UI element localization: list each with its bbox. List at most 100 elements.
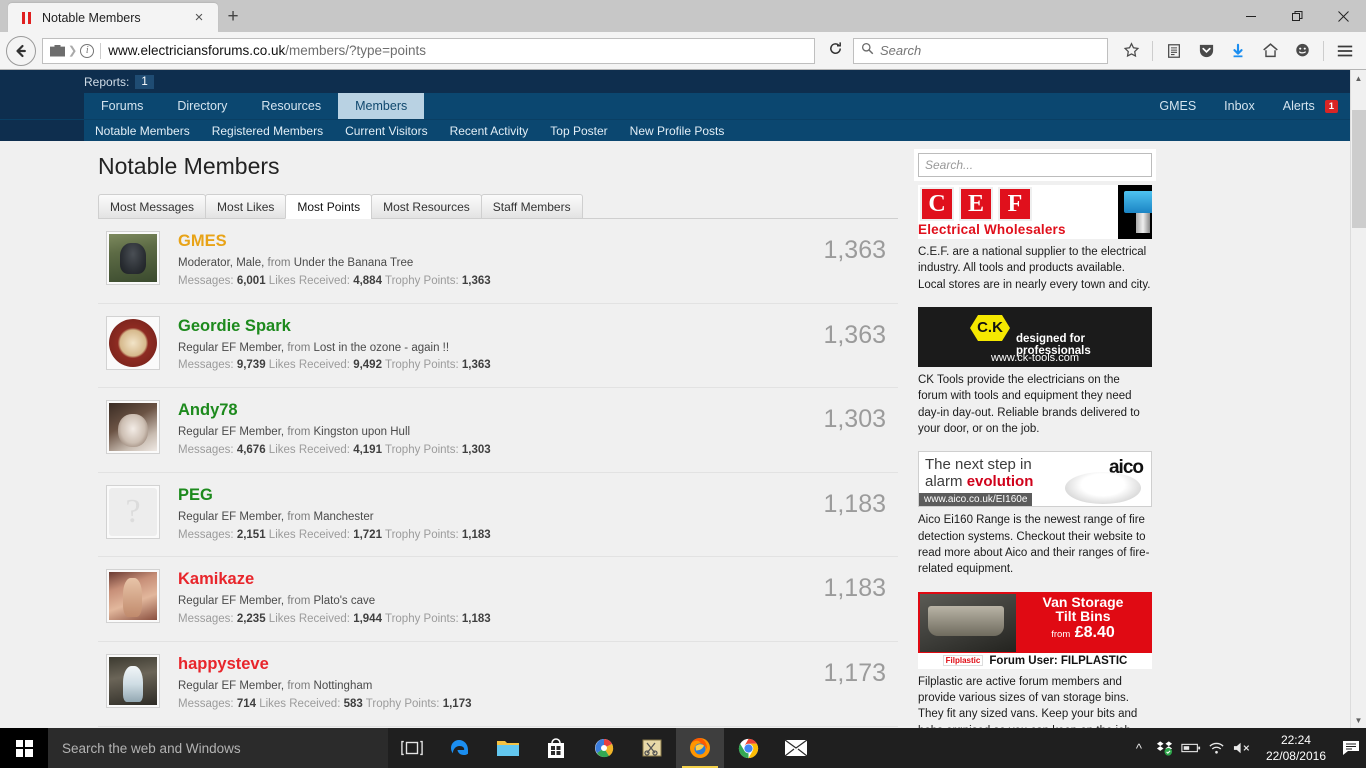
browser-tab[interactable]: Notable Members × [8,3,218,32]
subnav-item-new-profile-posts[interactable]: New Profile Posts [619,124,736,138]
member-name[interactable]: Kamikaze [178,570,823,589]
edge-icon[interactable] [436,728,484,768]
member-row[interactable]: Geordie Spark Regular EF Member, from Los… [98,304,898,389]
hamburger-menu-icon[interactable] [1330,37,1360,65]
battery-icon[interactable] [1178,728,1204,768]
nav-item-inbox[interactable]: Inbox [1212,99,1267,113]
member-name[interactable]: happysteve [178,655,823,674]
system-tray: ^ [1126,728,1260,768]
wifi-icon[interactable] [1204,728,1230,768]
window-controls [1228,0,1366,32]
likes-value: 4,191 [353,443,382,456]
reading-list-icon[interactable] [1159,37,1189,65]
pocket-icon[interactable] [1191,37,1221,65]
photos-icon[interactable] [580,728,628,768]
dropbox-icon[interactable] [1152,728,1178,768]
member-row[interactable]: GMES Moderator, Male, from Under the Bana… [98,219,898,304]
reports-count-badge[interactable]: 1 [135,74,154,89]
maximize-icon[interactable] [1274,0,1320,32]
filplastic-price-prefix: from [1051,628,1071,640]
member-name[interactable]: Andy78 [178,401,823,420]
ad-aico[interactable]: The next step in alarm evolution aico ww… [918,451,1152,577]
volume-muted-icon[interactable] [1230,728,1256,768]
back-button[interactable] [6,35,36,66]
clock-date: 22/08/2016 [1265,749,1326,763]
url-bar[interactable]: ❯ i www.electriciansforums.co.uk/members… [42,37,815,64]
ck-logo: C.K [970,314,1010,341]
avatar[interactable] [106,400,160,455]
member-meta: Moderator, Male, from Under the Banana T… [178,255,823,273]
member-name[interactable]: PEG [178,486,823,505]
subnav-item-current-visitors[interactable]: Current Visitors [334,124,438,138]
tab-most-likes[interactable]: Most Likes [205,194,287,219]
aico-ad-text: Aico Ei160 Range is the newest range of … [918,514,1150,576]
ad-filplastic[interactable]: Van Storage Tilt Bins from £8.40 Filplas… [918,591,1152,728]
messages-value: 2,151 [236,528,266,541]
subnav-item-notable-members[interactable]: Notable Members [84,124,201,138]
scroll-up-icon[interactable]: ▲ [1351,70,1366,86]
avatar[interactable] [106,653,160,708]
subnav-item-top-poster[interactable]: Top Poster [539,124,618,138]
reload-icon[interactable] [821,41,849,60]
subnav-item-registered-members[interactable]: Registered Members [201,124,334,138]
sidebar-search-input[interactable]: Search... [918,153,1152,177]
tab-most-resources[interactable]: Most Resources [371,194,482,219]
ad-ck-tools[interactable]: C.K designed for professionals www.ck-to… [918,306,1152,437]
mail-icon[interactable] [772,728,820,768]
site-info-icon[interactable]: i [80,43,95,58]
scrollbar-thumb[interactable] [1352,110,1366,228]
bookmark-star-icon[interactable] [1116,37,1146,65]
scroll-down-icon[interactable]: ▼ [1351,712,1366,728]
nav-item-forums[interactable]: Forums [84,93,160,119]
downloads-icon[interactable] [1223,37,1253,65]
search-input[interactable] [880,43,1100,58]
nav-item-directory[interactable]: Directory [160,93,244,119]
member-row[interactable]: Andy78 Regular EF Member, from Kingston u… [98,388,898,473]
tab-most-points[interactable]: Most Points [285,194,373,219]
close-icon[interactable]: × [188,9,210,26]
nav-item-alerts[interactable]: Alerts [1271,99,1327,113]
nav-item-resources[interactable]: Resources [244,93,338,119]
snipping-tool-icon[interactable] [628,728,676,768]
member-list: GMES Moderator, Male, from Under the Bana… [98,219,898,728]
member-row[interactable]: ? PEG Regular EF Member, from Manchester Me… [98,473,898,558]
task-view-icon[interactable] [388,728,436,768]
close-icon[interactable] [1320,0,1366,32]
page-scrollbar[interactable]: ▲ ▼ [1350,70,1366,728]
windows-start-icon[interactable] [0,728,48,768]
sidebar: Search... C E F Electrical Wholesalers C… [910,153,1162,728]
member-row[interactable]: Kamikaze Regular EF Member, from Plato's … [98,557,898,642]
taskbar-clock[interactable]: 22:24 22/08/2016 [1260,732,1336,764]
minimize-icon[interactable] [1228,0,1274,32]
avatar[interactable]: ? [106,484,160,539]
taskbar-search-box[interactable]: Search the web and Windows [48,728,388,768]
member-gender: Male, [236,256,265,269]
ad-cef[interactable]: C E F Electrical Wholesalers C.E.F. are … [918,185,1152,293]
new-tab-button[interactable]: + [218,3,248,32]
action-center-icon[interactable] [1336,728,1366,768]
smiley-icon[interactable] [1287,37,1317,65]
aico-line-1: The next step in [925,456,1032,474]
chrome-icon[interactable] [724,728,772,768]
tab-most-messages[interactable]: Most Messages [98,194,207,219]
likes-label: Likes Received: [268,274,350,287]
show-hidden-icons[interactable]: ^ [1126,728,1152,768]
store-icon[interactable] [532,728,580,768]
avatar[interactable] [106,231,160,285]
member-row[interactable]: happysteve Regular EF Member, from Nottin… [98,642,898,727]
trophy-label: Trophy Points: [384,274,459,287]
nav-item-members[interactable]: Members [338,93,425,119]
firefox-icon[interactable] [676,728,724,768]
member-name[interactable]: Geordie Spark [178,317,823,336]
file-explorer-icon[interactable] [484,728,532,768]
tab-staff-members[interactable]: Staff Members [480,194,583,219]
subnav-item-recent-activity[interactable]: Recent Activity [439,124,540,138]
avatar[interactable] [106,569,160,624]
nav-item-gmes[interactable]: GMES [1147,99,1208,113]
chevron-right-icon: ❯ [68,45,78,57]
avatar[interactable] [106,315,160,370]
home-icon[interactable] [1255,37,1285,65]
member-name[interactable]: GMES [178,232,823,251]
browser-search-bar[interactable] [853,37,1108,64]
member-stats: Messages: 2,151 Likes Received: 1,721 Tr… [178,527,823,545]
